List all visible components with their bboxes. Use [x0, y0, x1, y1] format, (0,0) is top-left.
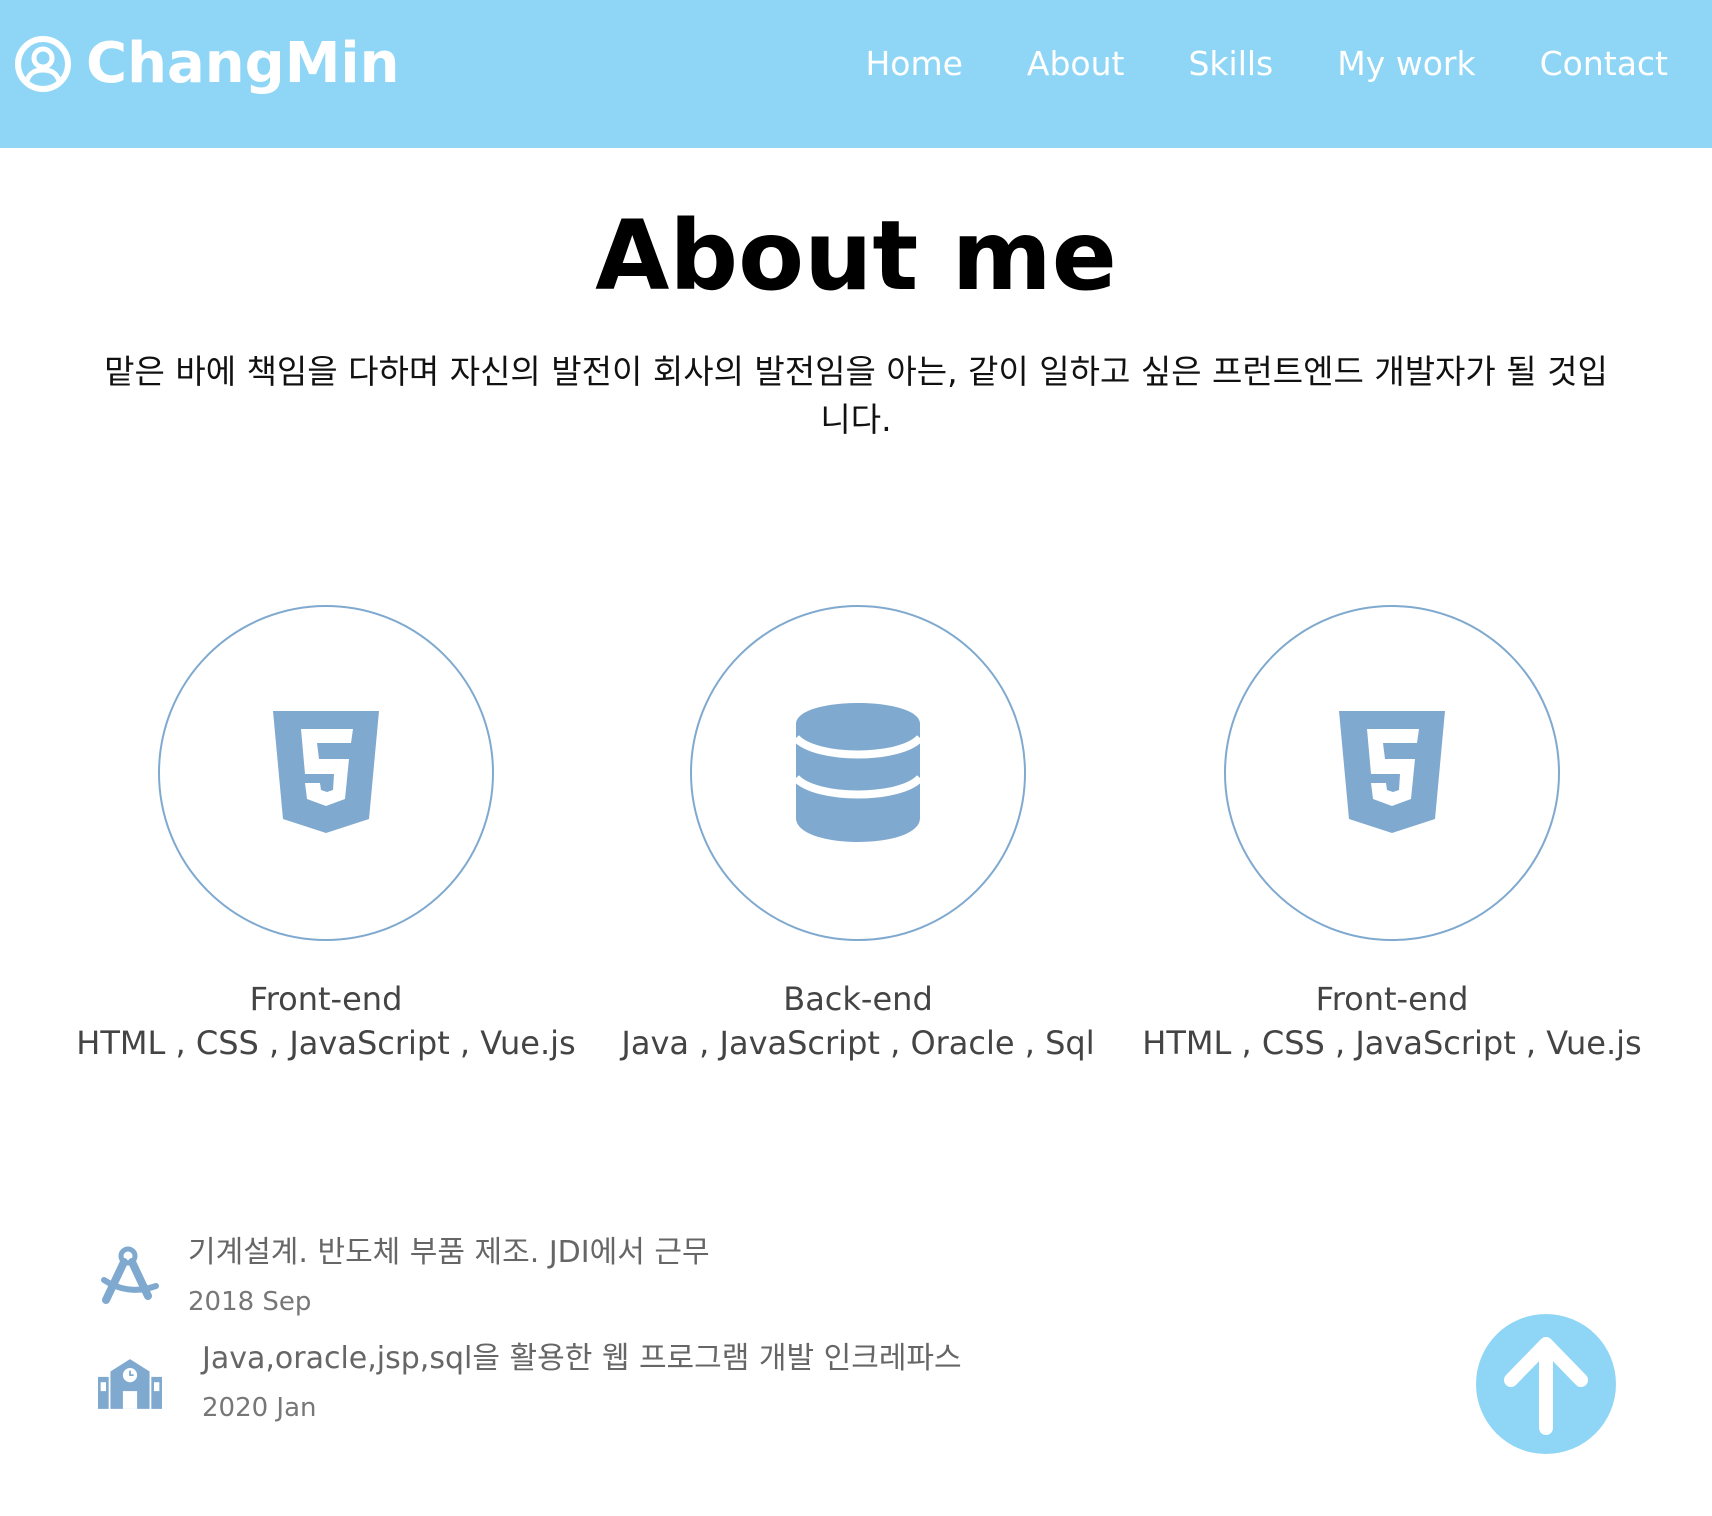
job-period: 2020 Jan [202, 1393, 317, 1423]
job-name: 기계설계. 반도체 부품 제조. JDI에서 근무 [188, 1235, 710, 1270]
nav-item-skills[interactable]: Skills [1188, 44, 1273, 83]
navbar: ChangMin Home About Skills My work Conta… [0, 0, 1712, 148]
major-title: Front-end [1315, 980, 1469, 1018]
html5-icon [273, 711, 379, 833]
major-description: HTML , CSS , JavaScript , Vue.js [76, 1024, 576, 1062]
nav-item-home[interactable]: Home [865, 44, 962, 83]
brand-name: ChangMin [86, 31, 400, 96]
scroll-top-button[interactable] [1476, 1314, 1616, 1454]
nav-item-contact[interactable]: Contact [1540, 44, 1668, 83]
user-circle-icon [15, 36, 71, 92]
major-title: Front-end [249, 980, 403, 1018]
nav-item-my-work[interactable]: My work [1337, 44, 1475, 83]
major-item: Front-end HTML , CSS , JavaScript , Vue.… [1112, 605, 1672, 1065]
job-item: 기계설계. 반도체 부품 제조. JDI에서 근무 2018 Sep [98, 1230, 1298, 1336]
major-item: Front-end HTML , CSS , JavaScript , Vue.… [46, 605, 606, 1065]
major-icon-circle [690, 605, 1026, 941]
about-description: 맡은 바에 책임을 다하며 자신의 발전이 회사의 발전임을 아는, 같이 일하… [104, 352, 1608, 439]
majors: Front-end HTML , CSS , JavaScript , Vue.… [0, 605, 1712, 1075]
major-description: HTML , CSS , JavaScript , Vue.js [1142, 1024, 1642, 1062]
major-description: Java , JavaScript , Oracle , Sql [621, 1024, 1095, 1062]
brand-logo[interactable]: ChangMin [14, 26, 400, 102]
job-name: Java,oracle,jsp,sql을 활용한 웹 프로그램 개발 인크레파스 [202, 1341, 962, 1376]
major-item: Back-end Java , JavaScript , Oracle , Sq… [578, 605, 1138, 1065]
section-title: About me [595, 200, 1117, 312]
nav-menu: Home About Skills My work Contact [801, 0, 1668, 126]
arrow-up-icon [1504, 1337, 1588, 1435]
major-title: Back-end [783, 980, 933, 1018]
html5-icon [1339, 711, 1445, 833]
job-item: Java,oracle,jsp,sql을 활용한 웹 프로그램 개발 인크레파스… [98, 1336, 1298, 1442]
job-period: 2018 Sep [188, 1287, 312, 1317]
school-icon [98, 1359, 162, 1409]
compass-drafting-icon [101, 1246, 159, 1304]
database-icon [796, 703, 920, 842]
major-icon-circle [158, 605, 494, 941]
nav-item-about[interactable]: About [1027, 44, 1125, 83]
major-icon-circle [1224, 605, 1560, 941]
job-list: 기계설계. 반도체 부품 제조. JDI에서 근무 2018 Sep Java,… [98, 1230, 1298, 1442]
